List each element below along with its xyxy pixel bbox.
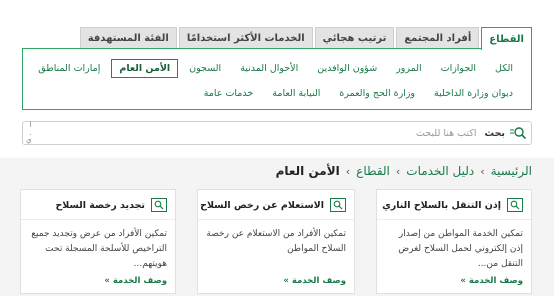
service-description-link[interactable]: وصف الخدمة » <box>283 276 346 286</box>
tab-most-used[interactable]: الخدمات الأكثر استخدامًا <box>178 27 313 49</box>
card-header: تجديد رخصة السلاح <box>27 198 167 212</box>
card-description: تمكين الخدمة المواطن من إصدار إذن إلكترو… <box>398 229 523 269</box>
breadcrumb-service-guide[interactable]: دليل الخدمات <box>406 164 474 178</box>
tab-bar: القطاع أفراد المجتمع ترتيب هجائي الخدمات… <box>79 27 532 50</box>
breadcrumb-sector[interactable]: القطاع <box>356 164 390 178</box>
service-description-link[interactable]: وصف الخدمة » <box>460 276 523 286</box>
search-icon[interactable] <box>505 122 531 144</box>
sector-chip-hajj-umrah[interactable]: وزارة الحج والعمرة <box>331 84 423 103</box>
sector-chip-public-prosecution[interactable]: النيابة العامة <box>264 84 328 103</box>
search-bar: بحث <box>22 121 532 145</box>
sector-row: ديوان وزارة الداخلية وزارة الحج والعمرة … <box>23 84 521 103</box>
sector-chip-civil-affairs[interactable]: الأحوال المدنية <box>232 59 306 78</box>
sector-chip-traffic[interactable]: المرور <box>388 59 429 78</box>
card-divider <box>198 219 354 220</box>
sector-chip-regional-emirates[interactable]: إمارات المناطق <box>30 59 108 78</box>
service-description-link[interactable]: وصف الخدمة » <box>104 276 167 286</box>
breadcrumb-current: الأمن العام <box>275 164 340 178</box>
service-search-icon <box>507 198 523 212</box>
tab-community[interactable]: أفراد المجتمع <box>396 27 480 49</box>
search-input[interactable] <box>176 124 477 142</box>
card-description: تمكين الأفراد من عرض وتجديد جميع التراخي… <box>31 229 167 269</box>
sector-filter-box: الكل الجوازات المرور شؤون الوافدين الأحو… <box>22 48 532 110</box>
card-description: تمكين الأفراد من الاستعلام عن رخصة السلا… <box>206 229 346 254</box>
card-divider <box>21 219 175 220</box>
card-divider <box>377 219 531 220</box>
sector-row: الكل الجوازات المرور شؤون الوافدين الأحو… <box>23 59 521 78</box>
sector-chip-public-security[interactable]: الأمن العام <box>111 59 179 78</box>
card-title[interactable]: تجديد رخصة السلاح <box>55 200 145 211</box>
card-title[interactable]: الاستعلام عن رخص السلاح <box>200 200 324 211</box>
card-title[interactable]: إذن التنقل بالسلاح الناري <box>382 200 501 211</box>
tab-alphabetical[interactable]: ترتيب هجائي <box>314 27 395 49</box>
tab-target-group[interactable]: الفئة المستهدفة <box>79 27 177 49</box>
service-card[interactable]: الاستعلام عن رخص السلاح تمكين الأفراد من… <box>197 189 355 294</box>
breadcrumb-separator: › <box>345 164 351 178</box>
tab-sector[interactable]: القطاع <box>481 27 532 50</box>
service-card[interactable]: تجديد رخصة السلاح تمكين الأفراد من عرض و… <box>20 189 176 294</box>
side-marks: ا . ي <box>26 121 32 144</box>
sector-chip-all[interactable]: الكل <box>487 59 521 78</box>
search-label: بحث <box>484 127 505 139</box>
service-card[interactable]: إذن التنقل بالسلاح الناري تمكين الخدمة ا… <box>376 189 532 294</box>
sector-chip-prisons[interactable]: السجون <box>181 59 229 78</box>
service-search-icon <box>151 198 167 212</box>
sector-chip-passports[interactable]: الجوازات <box>433 59 484 78</box>
breadcrumb-separator: › <box>395 164 401 178</box>
service-search-icon <box>330 198 346 212</box>
breadcrumb-home[interactable]: الرئيسية <box>491 164 532 178</box>
card-header: الاستعلام عن رخص السلاح <box>200 198 346 212</box>
breadcrumb-separator: › <box>480 164 485 178</box>
card-header: إذن التنقل بالسلاح الناري <box>382 198 523 212</box>
sector-chip-general-services[interactable]: خدمات عامة <box>196 84 262 103</box>
breadcrumb: الرئيسية › دليل الخدمات › القطاع › الأمن… <box>276 164 532 178</box>
sector-chip-interior-ministry[interactable]: ديوان وزارة الداخلية <box>426 84 521 103</box>
sector-chip-expat-affairs[interactable]: شؤون الوافدين <box>309 59 385 78</box>
